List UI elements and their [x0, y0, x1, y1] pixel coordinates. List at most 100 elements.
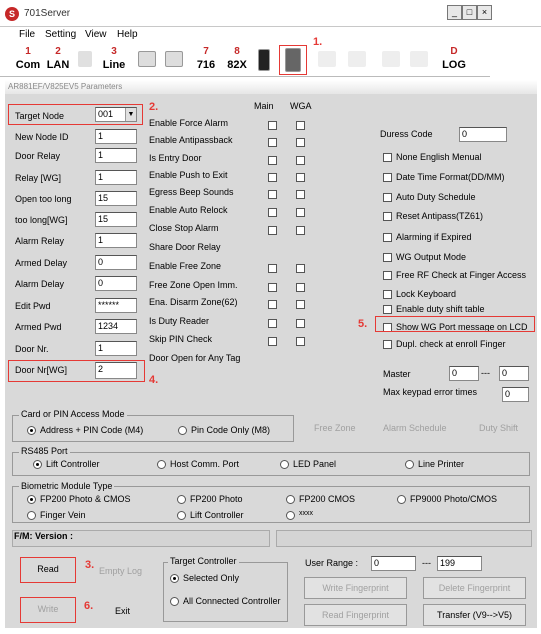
option-4-main-checkbox[interactable]: [268, 190, 277, 199]
option-2-wga-checkbox[interactable]: [296, 156, 305, 165]
716-button[interactable]: 7 716: [193, 46, 219, 74]
armed-pwd-input[interactable]: 1234: [95, 319, 137, 334]
menu-setting[interactable]: Setting: [45, 29, 76, 40]
rs485-radio-lift[interactable]: [33, 460, 42, 469]
bio-radio-lift-controller[interactable]: [177, 511, 186, 520]
option-6-main-checkbox[interactable]: [268, 226, 277, 235]
option-9-main-checkbox[interactable]: [268, 283, 277, 292]
write-fingerprint-button[interactable]: Write Fingerprint: [304, 577, 407, 599]
new-node-id-input[interactable]: 1: [95, 129, 137, 144]
option-8-main-checkbox[interactable]: [268, 264, 277, 273]
too-long-wg-input[interactable]: 15: [95, 212, 137, 227]
right-option-3-checkbox[interactable]: [383, 212, 392, 221]
fingerprint-reader-icon[interactable]: [285, 48, 301, 72]
bio-radio-fp200-photo[interactable]: [177, 495, 186, 504]
alarm-delay-input[interactable]: 0: [95, 276, 137, 291]
keypad-icon[interactable]: [165, 51, 183, 67]
alarm-relay-input[interactable]: 1: [95, 233, 137, 248]
option-10-wga-checkbox[interactable]: [296, 300, 305, 309]
option-2-main-checkbox[interactable]: [268, 156, 277, 165]
duty-shift-link[interactable]: Duty Shift: [479, 423, 518, 433]
option-12-wga-checkbox[interactable]: [296, 337, 305, 346]
reader-icon[interactable]: [258, 49, 270, 71]
option-3-main-checkbox[interactable]: [268, 173, 277, 182]
right-option-8-checkbox[interactable]: [383, 305, 392, 314]
tool-icon-c[interactable]: [382, 51, 400, 67]
log-button[interactable]: D LOG: [440, 46, 468, 74]
dropdown-arrow-icon[interactable]: ▼: [125, 108, 136, 121]
right-option-4-checkbox[interactable]: [383, 233, 392, 242]
right-option-0-checkbox[interactable]: [383, 153, 392, 162]
menu-help[interactable]: Help: [117, 29, 138, 40]
door-relay-input[interactable]: 1: [95, 148, 137, 163]
card-mode-radio-m8[interactable]: [178, 426, 187, 435]
option-1-main-checkbox[interactable]: [268, 138, 277, 147]
read-fingerprint-button[interactable]: Read Fingerprint: [304, 604, 407, 626]
door-nr-input[interactable]: 1: [95, 341, 137, 356]
menu-file[interactable]: File: [19, 29, 35, 40]
option-9-wga-checkbox[interactable]: [296, 283, 305, 292]
write-button[interactable]: Write: [26, 601, 70, 620]
menu-view[interactable]: View: [85, 29, 107, 40]
option-8-wga-checkbox[interactable]: [296, 264, 305, 273]
bio-radio-fp9000[interactable]: [397, 495, 406, 504]
rs485-radio-printer[interactable]: [405, 460, 414, 469]
max-keypad-input[interactable]: 0: [502, 387, 529, 402]
option-0-main-checkbox[interactable]: [268, 121, 277, 130]
option-5-main-checkbox[interactable]: [268, 208, 277, 217]
relay-wg-input[interactable]: 1: [95, 170, 137, 185]
82x-button[interactable]: 8 82X: [223, 46, 251, 74]
maximize-icon[interactable]: □: [462, 5, 477, 20]
rs485-radio-host[interactable]: [157, 460, 166, 469]
target-selected-only-radio[interactable]: [170, 574, 179, 583]
rs485-radio-led[interactable]: [280, 460, 289, 469]
com-button[interactable]: 1 Com: [15, 46, 41, 74]
option-0-wga-checkbox[interactable]: [296, 121, 305, 130]
tool-icon-a[interactable]: [318, 51, 336, 67]
option-6-wga-checkbox[interactable]: [296, 226, 305, 235]
right-option-1-checkbox[interactable]: [383, 173, 392, 182]
line-button[interactable]: 3 Line: [100, 46, 128, 74]
master-input-2[interactable]: 0: [499, 366, 529, 381]
option-5-wga-checkbox[interactable]: [296, 208, 305, 217]
right-option-10-checkbox[interactable]: [383, 340, 392, 349]
lan-button[interactable]: 2 LAN: [45, 46, 71, 74]
free-zone-link[interactable]: Free Zone: [314, 423, 356, 433]
network-icon[interactable]: [78, 51, 92, 67]
master-input-1[interactable]: 0: [449, 366, 479, 381]
right-option-5-checkbox[interactable]: [383, 253, 392, 262]
option-12-main-checkbox[interactable]: [268, 337, 277, 346]
transfer-button[interactable]: Transfer (V9-->V5): [423, 604, 526, 626]
alarm-schedule-link[interactable]: Alarm Schedule: [383, 423, 447, 433]
option-3-wga-checkbox[interactable]: [296, 173, 305, 182]
right-option-2-checkbox[interactable]: [383, 193, 392, 202]
option-11-main-checkbox[interactable]: [268, 319, 277, 328]
tool-icon-d[interactable]: [410, 51, 428, 67]
minimize-icon[interactable]: _: [447, 5, 462, 20]
user-range-to-input[interactable]: 199: [437, 556, 482, 571]
bio-radio-finger-vein[interactable]: [27, 511, 36, 520]
edit-pwd-input[interactable]: ******: [95, 298, 137, 313]
user-range-from-input[interactable]: 0: [371, 556, 416, 571]
bio-radio-xxxx[interactable]: [286, 511, 295, 520]
tool-icon-b[interactable]: [348, 51, 366, 67]
target-all-connected-radio[interactable]: [170, 597, 179, 606]
delete-fingerprint-button[interactable]: Delete Fingerprint: [423, 577, 526, 599]
card-mode-radio-m4[interactable]: [27, 426, 36, 435]
open-too-long-input[interactable]: 15: [95, 191, 137, 206]
option-10-main-checkbox[interactable]: [268, 300, 277, 309]
option-4-wga-checkbox[interactable]: [296, 190, 305, 199]
empty-log-button[interactable]: Empty Log: [99, 566, 142, 576]
right-option-7-checkbox[interactable]: [383, 290, 392, 299]
option-1-wga-checkbox[interactable]: [296, 138, 305, 147]
read-button[interactable]: Read: [26, 561, 70, 580]
duress-code-input[interactable]: 0: [459, 127, 507, 142]
bio-radio-fp200-cmos[interactable]: [286, 495, 295, 504]
exit-button[interactable]: Exit: [115, 606, 130, 616]
right-option-6-checkbox[interactable]: [383, 271, 392, 280]
close-icon[interactable]: ×: [477, 5, 492, 20]
armed-delay-input[interactable]: 0: [95, 255, 137, 270]
controller-icon[interactable]: [138, 51, 156, 67]
bio-radio-fp200-photo-cmos[interactable]: [27, 495, 36, 504]
option-11-wga-checkbox[interactable]: [296, 319, 305, 328]
